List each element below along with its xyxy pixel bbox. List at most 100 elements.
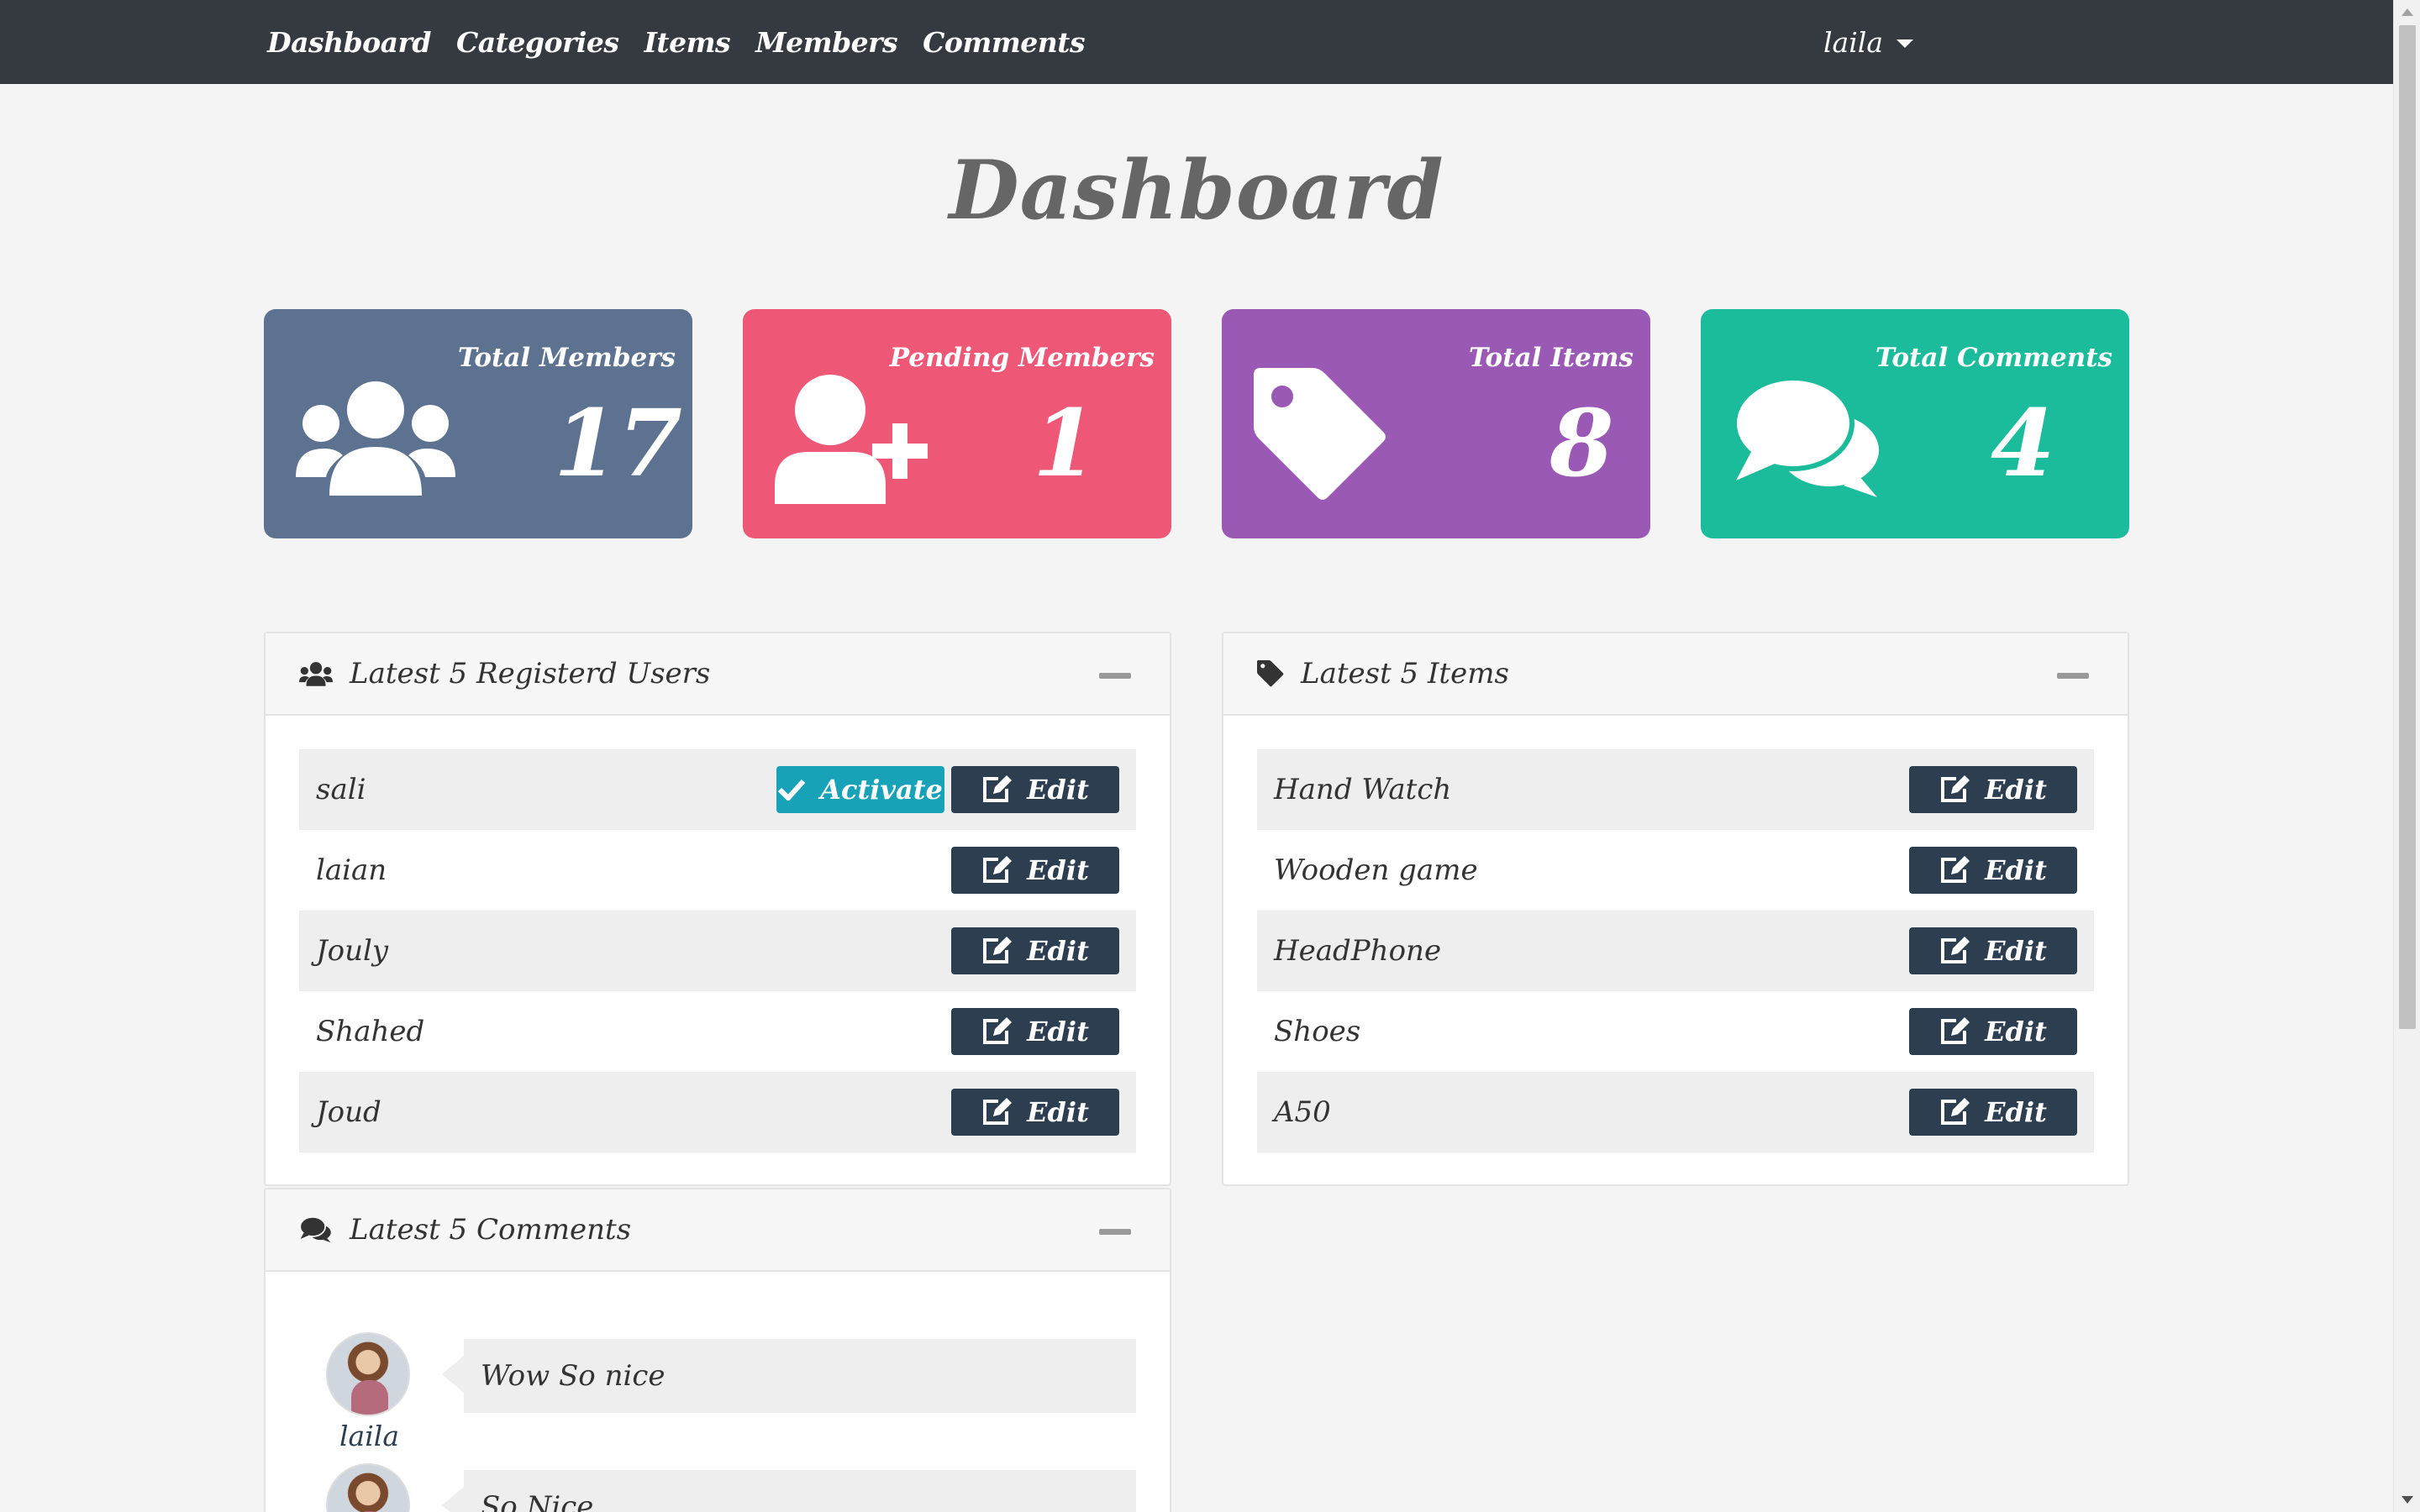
edit-label: Edit [1985, 935, 2047, 967]
edit-label: Edit [1985, 1016, 2047, 1047]
stat-value: 8 [1549, 389, 1614, 497]
user-name: Joud [316, 1095, 381, 1129]
panel-title: Latest 5 Comments [350, 1213, 632, 1247]
latest-items-panel: Latest 5 Items Hand Watch Edit Wooden ga… [1222, 632, 2129, 1186]
nav-link-categories[interactable]: Categories [456, 26, 619, 59]
item-row: A50 Edit [1257, 1072, 2094, 1152]
edit-button[interactable]: Edit [951, 847, 1119, 894]
comment-text: Wow So nice [442, 1339, 1136, 1413]
edit-button[interactable]: Edit [1909, 927, 2077, 974]
panel-heading: Latest 5 Items [1223, 633, 2128, 716]
user-name: Shahed [316, 1015, 425, 1048]
user-name: laian [316, 853, 387, 887]
panel-title: Latest 5 Registerd Users [350, 657, 711, 690]
stat-value: 4 [1991, 389, 2055, 497]
latest-comments-panel: Latest 5 Comments laila Wow So nice So N… [264, 1188, 1171, 1512]
collapse-toggle-icon[interactable] [1099, 673, 1131, 679]
avatar [326, 1463, 410, 1512]
item-row: Shoes Edit [1257, 991, 2094, 1072]
item-name: Shoes [1274, 1015, 1361, 1048]
user-name: Jouly [316, 934, 389, 968]
user-menu-dropdown[interactable]: laila [1823, 0, 1914, 84]
item-name: HeadPhone [1274, 934, 1442, 968]
user-row: Joud Edit [299, 1072, 1136, 1152]
scroll-up-arrow-icon[interactable] [2402, 8, 2413, 16]
collapse-toggle-icon[interactable] [1099, 1229, 1131, 1235]
comment-author: laila [339, 1420, 400, 1452]
comments-icon [1733, 375, 1884, 497]
stat-value: 1 [1033, 389, 1097, 497]
user-row: Shahed Edit [299, 991, 1136, 1072]
stat-pending-members[interactable]: Pending Members 1 [743, 309, 1171, 538]
edit-label: Edit [1027, 1096, 1089, 1128]
panel-heading: Latest 5 Registerd Users [266, 633, 1170, 716]
item-row: Wooden game Edit [1257, 830, 2094, 911]
edit-icon [1941, 937, 1970, 963]
collapse-toggle-icon[interactable] [2057, 673, 2089, 679]
edit-label: Edit [1027, 774, 1089, 806]
scroll-down-arrow-icon[interactable] [2402, 1496, 2413, 1504]
edit-icon [983, 856, 1013, 883]
edit-label: Edit [1027, 1016, 1089, 1047]
nav-links: Dashboard Categories Items Members Comme… [267, 0, 1110, 84]
tag-icon [1257, 660, 1284, 687]
panel-title: Latest 5 Items [1301, 657, 1509, 690]
user-name: sali [316, 773, 366, 806]
stat-total-items[interactable]: Total Items 8 [1222, 309, 1650, 538]
user-menu-label: laila [1823, 25, 1884, 59]
stat-label: Pending Members [889, 343, 1155, 373]
edit-icon [983, 1017, 1013, 1044]
users-icon [299, 662, 333, 686]
item-name: Wooden game [1274, 853, 1478, 887]
edit-icon [1941, 775, 1970, 802]
top-navbar: Dashboard Categories Items Members Comme… [0, 0, 2393, 84]
edit-icon [1941, 1017, 1970, 1044]
edit-label: Edit [1027, 854, 1089, 886]
stat-label: Total Members [457, 343, 676, 373]
edit-label: Edit [1985, 1096, 2047, 1128]
stat-value: 17 [554, 389, 683, 497]
nav-link-dashboard[interactable]: Dashboard [267, 26, 432, 59]
edit-label: Edit [1985, 854, 2047, 886]
tag-icon [1254, 368, 1386, 500]
stat-total-comments[interactable]: Total Comments 4 [1701, 309, 2129, 538]
edit-button[interactable]: Edit [951, 1089, 1119, 1136]
item-name: A50 [1274, 1095, 1331, 1129]
nav-link-comments[interactable]: Comments [923, 26, 1085, 59]
scroll-thumb[interactable] [2399, 25, 2416, 1029]
user-row: Jouly Edit [299, 911, 1136, 991]
edit-label: Edit [1985, 774, 2047, 806]
edit-icon [1941, 1098, 1970, 1125]
edit-icon [983, 1098, 1013, 1125]
activate-label: Activate [820, 774, 943, 806]
panel-heading: Latest 5 Comments [266, 1189, 1170, 1272]
chevron-down-icon [1897, 39, 1914, 48]
item-row: HeadPhone Edit [1257, 911, 2094, 991]
stat-label: Total Items [1469, 343, 1634, 373]
stat-total-members[interactable]: Total Members 17 [264, 309, 692, 538]
edit-button[interactable]: Edit [951, 766, 1119, 813]
users-icon [296, 381, 455, 496]
user-row: laian Edit [299, 830, 1136, 911]
stat-label: Total Comments [1875, 343, 2112, 373]
nav-link-members[interactable]: Members [755, 26, 897, 59]
activate-button[interactable]: Activate [776, 766, 944, 813]
page-scrollbar[interactable] [2393, 0, 2420, 1512]
edit-button[interactable]: Edit [1909, 1089, 2077, 1136]
edit-button[interactable]: Edit [1909, 1008, 2077, 1055]
edit-button[interactable]: Edit [951, 1008, 1119, 1055]
nav-link-items[interactable]: Items [644, 26, 730, 59]
edit-button[interactable]: Edit [1909, 847, 2077, 894]
latest-users-panel: Latest 5 Registerd Users sali Activate E… [264, 632, 1171, 1186]
item-name: Hand Watch [1274, 773, 1452, 806]
user-plus-icon [775, 375, 928, 504]
edit-icon [983, 775, 1013, 802]
avatar [326, 1332, 410, 1416]
edit-icon [983, 937, 1013, 963]
comments-icon [299, 1216, 333, 1243]
edit-button[interactable]: Edit [1909, 766, 2077, 813]
page-title: Dashboard [949, 143, 1444, 238]
item-row: Hand Watch Edit [1257, 749, 2094, 830]
edit-button[interactable]: Edit [951, 927, 1119, 974]
edit-label: Edit [1027, 935, 1089, 967]
